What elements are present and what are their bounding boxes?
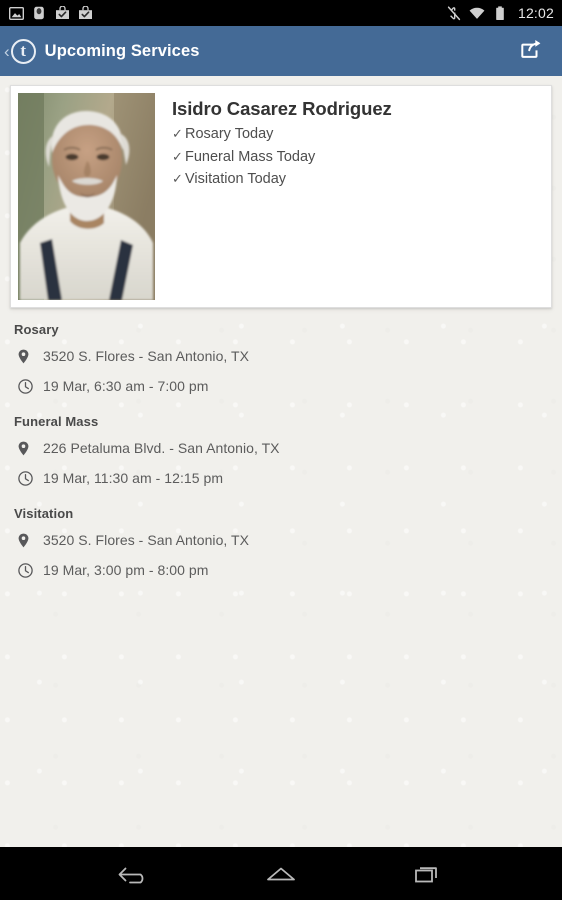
mute-icon [446, 5, 462, 21]
content-area: Isidro Casarez Rodriguez ✓ Rosary Today … [0, 76, 562, 847]
status-bar: 12:02 [0, 0, 562, 26]
service-flag-rosary: ✓ Rosary Today [172, 123, 539, 146]
usb-icon [31, 5, 47, 21]
time-text: 19 Mar, 3:00 pm - 8:00 pm [43, 562, 209, 578]
home-icon [264, 862, 298, 886]
section-title: Rosary [14, 322, 59, 337]
location-row[interactable]: 3520 S. Flores - San Antonio, TX [0, 525, 562, 555]
clock-icon [18, 378, 35, 394]
status-notification-icons [8, 5, 93, 21]
service-summary-card[interactable]: Isidro Casarez Rodriguez ✓ Rosary Today … [10, 85, 552, 308]
service-flag-label: Rosary Today [185, 126, 274, 143]
location-row[interactable]: 226 Petaluma Blvd. - San Antonio, TX [0, 433, 562, 463]
clock-icon [18, 562, 35, 578]
section-title: Funeral Mass [14, 414, 99, 429]
page-title: Upcoming Services [44, 41, 200, 60]
time-row[interactable]: 19 Mar, 11:30 am - 12:15 pm [0, 463, 562, 493]
check-icon: ✓ [172, 171, 183, 187]
service-flag-visitation: ✓ Visitation Today [172, 168, 539, 191]
service-flag-funeral-mass: ✓ Funeral Mass Today [172, 146, 539, 169]
android-navigation-bar [0, 847, 562, 900]
nav-recents-button[interactable] [406, 856, 450, 892]
card-body: Isidro Casarez Rodriguez ✓ Rosary Today … [155, 86, 551, 307]
app-bar: ‹ t Upcoming Services [0, 26, 562, 76]
service-flag-label: Visitation Today [185, 171, 287, 188]
section-rosary: Rosary 3520 S. Flores - San Antonio, TX [0, 322, 562, 401]
nav-home-button[interactable] [259, 856, 303, 892]
app-screen: 12:02 ‹ t Upcoming Services Isidro Casar… [0, 0, 562, 900]
nav-back-button[interactable] [112, 856, 156, 892]
share-button[interactable] [516, 36, 546, 66]
location-text: 3520 S. Flores - San Antonio, TX [43, 532, 250, 548]
time-row[interactable]: 19 Mar, 3:00 pm - 8:00 pm [0, 555, 562, 585]
status-system-icons: 12:02 [446, 5, 554, 21]
recents-icon [413, 862, 443, 886]
location-pin-icon [18, 441, 35, 456]
time-text: 19 Mar, 6:30 am - 7:00 pm [43, 378, 209, 394]
check-icon: ✓ [172, 126, 183, 142]
location-text: 3520 S. Flores - San Antonio, TX [43, 348, 250, 364]
service-details-list: Rosary 3520 S. Flores - San Antonio, TX [0, 322, 562, 598]
back-chevron-icon[interactable]: ‹ [4, 43, 10, 60]
location-row[interactable]: 3520 S. Flores - San Antonio, TX [0, 341, 562, 371]
back-icon [116, 862, 152, 886]
app-logo[interactable]: t [10, 38, 36, 64]
time-row[interactable]: 19 Mar, 6:30 am - 7:00 pm [0, 371, 562, 401]
time-text: 19 Mar, 11:30 am - 12:15 pm [43, 470, 224, 486]
location-pin-icon [18, 533, 35, 548]
service-flag-label: Funeral Mass Today [185, 148, 316, 165]
battery-icon [492, 5, 508, 21]
section-title: Visitation [14, 506, 74, 521]
download-complete-icon-2 [77, 5, 93, 21]
share-icon [520, 39, 542, 64]
download-complete-icon [54, 5, 70, 21]
location-text: 226 Petaluma Blvd. - San Antonio, TX [43, 440, 280, 456]
section-visitation: Visitation 3520 S. Flores - San Antonio,… [0, 506, 562, 585]
location-pin-icon [18, 349, 35, 364]
image-icon [8, 5, 24, 21]
check-icon: ✓ [172, 148, 183, 164]
wifi-icon [469, 5, 485, 21]
deceased-name: Isidro Casarez Rodriguez [172, 98, 392, 119]
deceased-portrait [18, 93, 155, 300]
section-funeral-mass: Funeral Mass 226 Petaluma Blvd. - San An… [0, 414, 562, 493]
status-time: 12:02 [517, 5, 554, 21]
clock-icon [18, 470, 35, 486]
